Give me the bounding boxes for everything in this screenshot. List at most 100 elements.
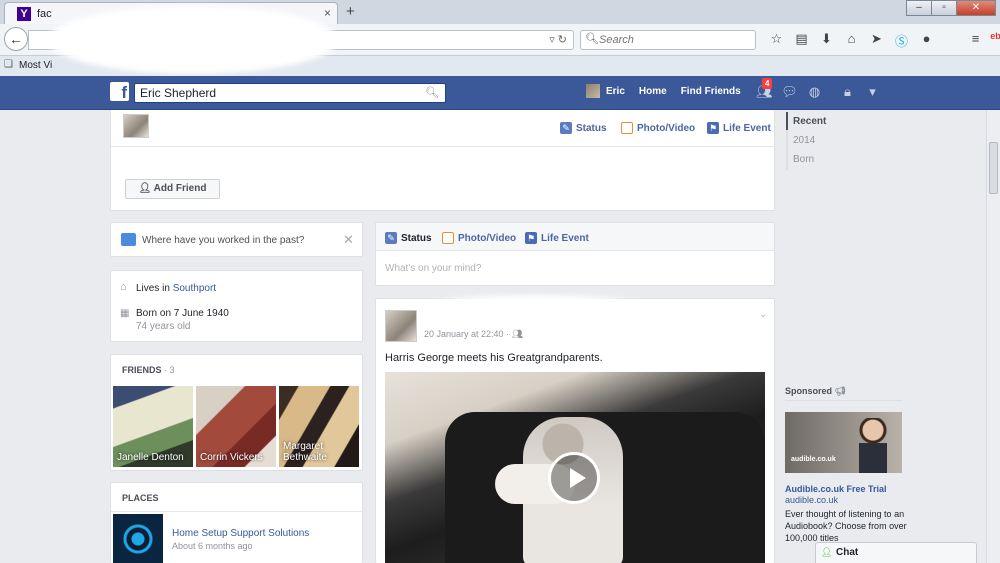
page-scrollbar[interactable] bbox=[986, 110, 1000, 563]
work-prompt-card[interactable]: Where have you worked in the past? ✕ bbox=[110, 222, 363, 257]
ebay-icon[interactable]: ebay bbox=[988, 31, 1000, 50]
intro-card: ⌂ Lives in Southport ▦ Born on 7 June 19… bbox=[110, 270, 363, 342]
friends-title[interactable]: FRIENDS · 3 bbox=[122, 365, 175, 375]
minimize-button[interactable]: – bbox=[906, 0, 932, 16]
post-options-chevron-down-icon[interactable]: ⌄ bbox=[759, 309, 767, 320]
work-prompt-text: Where have you worked in the past? bbox=[142, 235, 305, 246]
notification-badge: 4 bbox=[762, 78, 773, 89]
ad-domain-link[interactable]: audible.co.uk bbox=[785, 495, 838, 505]
audience-icon[interactable]: 👥︎ bbox=[512, 329, 523, 339]
friend-tile[interactable]: Janelle Denton bbox=[113, 386, 193, 467]
timeline-active-marker bbox=[786, 112, 788, 130]
facebook-jewels: 👥︎ 4 💬︎ ◍ 🔒︎ ▾ bbox=[752, 78, 885, 100]
profile-header-card: ✎ Status Photo/Video ⚑ Life Event 👤︎ Add F… bbox=[110, 110, 776, 211]
skype-icon[interactable]: Ⓢ bbox=[889, 31, 914, 50]
chat-bubble-icon[interactable]: ● bbox=[914, 31, 939, 50]
menu-icon[interactable]: ≡ bbox=[963, 31, 988, 50]
divider bbox=[785, 400, 902, 401]
avatar[interactable] bbox=[586, 84, 600, 98]
place-thumbnail[interactable] bbox=[113, 514, 163, 563]
flag-icon: ⚑ bbox=[707, 122, 719, 134]
ad-body: Ever thought of listening to an Audioboo… bbox=[785, 509, 907, 543]
ad-logo: audible.co.uk bbox=[791, 456, 836, 463]
facebook-search-box[interactable]: 🔍︎ bbox=[134, 83, 446, 103]
tab-close-button[interactable]: × bbox=[324, 6, 331, 20]
nav-profile-link[interactable]: Eric bbox=[606, 86, 625, 97]
friend-tile[interactable]: Margaret Bethwaite bbox=[279, 386, 359, 467]
places-title: PLACES bbox=[122, 493, 159, 503]
new-tab-button[interactable]: + bbox=[346, 3, 355, 20]
yahoo-favicon-icon: Y bbox=[17, 7, 31, 21]
profile-thumbnail[interactable] bbox=[123, 114, 149, 138]
ad-image[interactable]: audible.co.uk bbox=[785, 412, 902, 473]
messages-icon[interactable]: 💬︎ bbox=[777, 84, 802, 100]
friend-name[interactable]: Margaret Bethwaite bbox=[283, 441, 343, 463]
maximize-button[interactable]: ▫ bbox=[931, 0, 957, 16]
bookmark-most-visited[interactable]: Most Vi bbox=[19, 60, 52, 71]
facebook-nav: Eric Home Find Friends bbox=[586, 84, 755, 98]
composer-input[interactable]: What's on your mind? bbox=[385, 263, 481, 274]
search-icon: 🔍︎ bbox=[585, 33, 599, 45]
close-icon[interactable]: ✕ bbox=[343, 232, 354, 248]
friend-requests-icon[interactable]: 👥︎ 4 bbox=[752, 78, 777, 100]
bookmark-star-icon[interactable]: ☆ bbox=[764, 31, 789, 50]
chat-label: Chat bbox=[836, 547, 859, 558]
browser-search-box[interactable]: 🔍︎ bbox=[580, 30, 756, 50]
window-controls: – ▫ ✕ bbox=[906, 0, 996, 16]
timeline-item-born[interactable]: Born bbox=[793, 154, 814, 165]
post-timestamp[interactable]: 20 January at 22:40 · 👥︎ bbox=[424, 329, 523, 340]
photo-icon bbox=[621, 122, 633, 134]
timeline-item-2014[interactable]: 2014 bbox=[793, 135, 815, 146]
post-author-avatar[interactable] bbox=[385, 310, 417, 342]
notifications-globe-icon[interactable]: ◍ bbox=[802, 84, 827, 100]
reading-list-icon[interactable]: ▤ bbox=[789, 31, 814, 50]
ad-title-link[interactable]: Audible.co.uk Free Trial bbox=[785, 484, 887, 494]
scrollbar-thumb[interactable] bbox=[989, 142, 998, 194]
composer-life-event-button[interactable]: ⚑ Life Event bbox=[707, 122, 771, 134]
close-window-button[interactable]: ✕ bbox=[956, 0, 996, 16]
reload-icon[interactable]: ▿ ↻ bbox=[549, 33, 567, 46]
play-icon[interactable] bbox=[548, 452, 600, 504]
friend-tile[interactable]: Corrin Vickers bbox=[196, 386, 276, 467]
facebook-search-input[interactable] bbox=[135, 84, 415, 102]
composer-photo-tab[interactable]: Photo/Video bbox=[442, 232, 516, 244]
city-link[interactable]: Southport bbox=[173, 283, 216, 294]
back-button[interactable]: ← bbox=[4, 27, 28, 51]
post-text: Harris George meets his Greatgrandparent… bbox=[385, 352, 603, 364]
friends-card: FRIENDS · 3 Janelle Denton Corrin Vicker… bbox=[110, 354, 363, 471]
chat-online-icon: 👤︎ bbox=[821, 547, 833, 557]
search-icon[interactable]: 🔍︎ bbox=[425, 86, 439, 99]
home-icon[interactable]: ⌂ bbox=[839, 31, 864, 50]
timeline-item-recent[interactable]: Recent bbox=[793, 116, 826, 127]
account-chevron-down-icon[interactable]: ▾ bbox=[860, 84, 885, 100]
facebook-logo-icon[interactable]: f bbox=[110, 82, 129, 101]
send-icon[interactable]: ➤ bbox=[864, 31, 889, 50]
composer-photo-button[interactable]: Photo/Video bbox=[621, 122, 695, 134]
nav-find-friends-link[interactable]: Find Friends bbox=[681, 86, 741, 97]
bookmark-folder-icon: ❏ bbox=[4, 59, 13, 70]
ad-image-person bbox=[859, 418, 887, 473]
post-video[interactable] bbox=[385, 372, 765, 563]
facebook-top-bar: f 🔍︎ Eric Home Find Friends 👥︎4 💬︎ ◍ 🔒︎ … bbox=[0, 76, 1000, 110]
privacy-shortcuts-icon[interactable]: 🔒︎ bbox=[835, 84, 860, 100]
tab-title: fac bbox=[37, 8, 52, 20]
megaphone-icon: 📢︎ bbox=[834, 386, 846, 396]
download-icon[interactable]: ⬇ bbox=[814, 31, 839, 50]
browser-toolbar: ☆ ▤ ⬇ ⌂ ➤ Ⓢ ● ≡ ebay bbox=[764, 31, 1000, 50]
nav-home-link[interactable]: Home bbox=[639, 86, 667, 97]
born-text: Born on 7 June 1940 bbox=[136, 308, 229, 319]
composer-status-button[interactable]: ✎ Status bbox=[560, 122, 607, 134]
composer-status-tab[interactable]: ✎ Status bbox=[385, 232, 432, 244]
separator-icon bbox=[939, 31, 963, 50]
place-name-link[interactable]: Home Setup Support Solutions bbox=[172, 528, 309, 539]
place-time: About 6 months ago bbox=[172, 541, 253, 551]
composer-life-event-tab[interactable]: ⚑ Life Event bbox=[525, 232, 589, 244]
browser-search-input[interactable] bbox=[599, 31, 749, 49]
chat-bar[interactable]: 👤︎ Chat bbox=[815, 542, 977, 563]
calendar-icon: ▦ bbox=[120, 308, 130, 319]
add-friend-button[interactable]: 👤︎ Add Friend bbox=[125, 179, 220, 199]
age-text: 74 years old bbox=[136, 321, 191, 332]
friend-name[interactable]: Janelle Denton bbox=[117, 452, 184, 463]
friend-name[interactable]: Corrin Vickers bbox=[200, 452, 263, 463]
sponsored-label: Sponsored 📢︎ bbox=[785, 386, 846, 396]
